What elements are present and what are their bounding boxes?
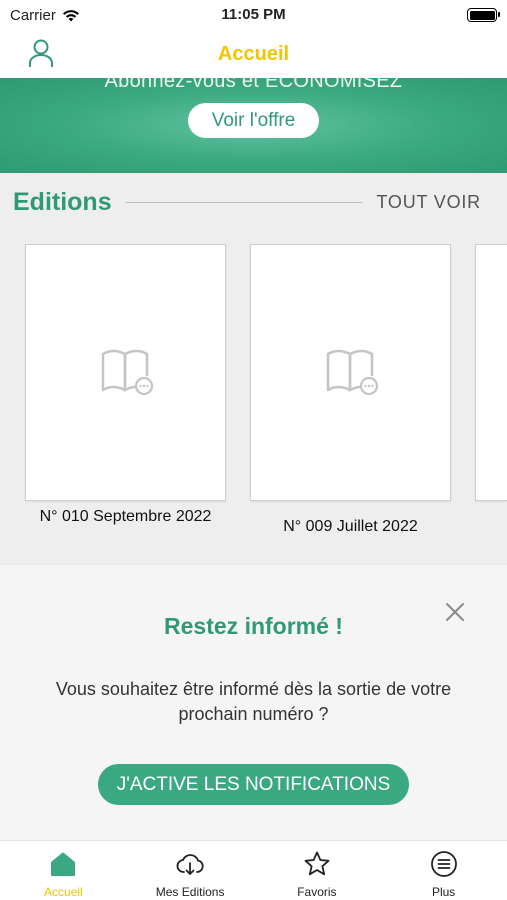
battery-icon: [467, 8, 500, 22]
profile-icon[interactable]: [28, 38, 54, 68]
page-title: Accueil: [217, 42, 290, 65]
edition-label: N° 010 Septembre 2022: [39, 508, 212, 525]
status-time: 11:05 PM: [221, 6, 286, 23]
tab-my-editions[interactable]: Mes Editions: [127, 841, 254, 900]
see-all-link[interactable]: TOUT VOIR: [376, 192, 481, 213]
editions-header: Editions TOUT VOIR: [13, 187, 481, 217]
book-icon: [326, 349, 379, 396]
notification-prompt: Restez informé ! Vous souhaitez être inf…: [0, 565, 507, 840]
editions-section: Editions TOUT VOIR N° 010 Septembre 2022…: [0, 173, 507, 565]
book-icon: [101, 349, 154, 396]
menu-icon: [430, 851, 457, 877]
home-icon: [51, 852, 76, 876]
nav-bar: Accueil: [0, 30, 507, 78]
tab-home[interactable]: Accueil: [0, 841, 127, 900]
edition-card[interactable]: [475, 244, 507, 501]
tab-bar: Accueil Mes Editions Favoris Plus: [0, 840, 507, 900]
notify-title: Restez informé !: [164, 613, 343, 639]
activate-notifications-button[interactable]: J'ACTIVE LES NOTIFICATIONS: [98, 764, 409, 805]
tab-label: Mes Editions: [155, 885, 225, 899]
cloud-download-icon: [176, 854, 204, 875]
promo-banner: Abonnez-vous et ÉCONOMISEZ Voir l'offre: [0, 78, 507, 173]
see-offer-button[interactable]: Voir l'offre: [188, 103, 319, 138]
divider: [125, 201, 363, 203]
tab-label: Favoris: [297, 885, 337, 899]
banner-text: Abonnez-vous et ÉCONOMISEZ: [104, 78, 403, 92]
tab-label: Plus: [431, 885, 456, 899]
edition-card[interactable]: [25, 244, 226, 501]
notify-text: Vous souhaitez être informé dès la sorti…: [55, 679, 452, 724]
edition-card[interactable]: [250, 244, 451, 501]
tab-favorites[interactable]: Favoris: [254, 841, 381, 900]
editions-title: Editions: [13, 187, 112, 216]
tab-label: Accueil: [44, 885, 83, 899]
edition-label: N° 009 Juillet 2022: [283, 518, 418, 535]
tab-more[interactable]: Plus: [380, 841, 507, 900]
status-bar: Carrier 11:05 PM: [0, 0, 507, 30]
star-icon: [304, 851, 330, 876]
